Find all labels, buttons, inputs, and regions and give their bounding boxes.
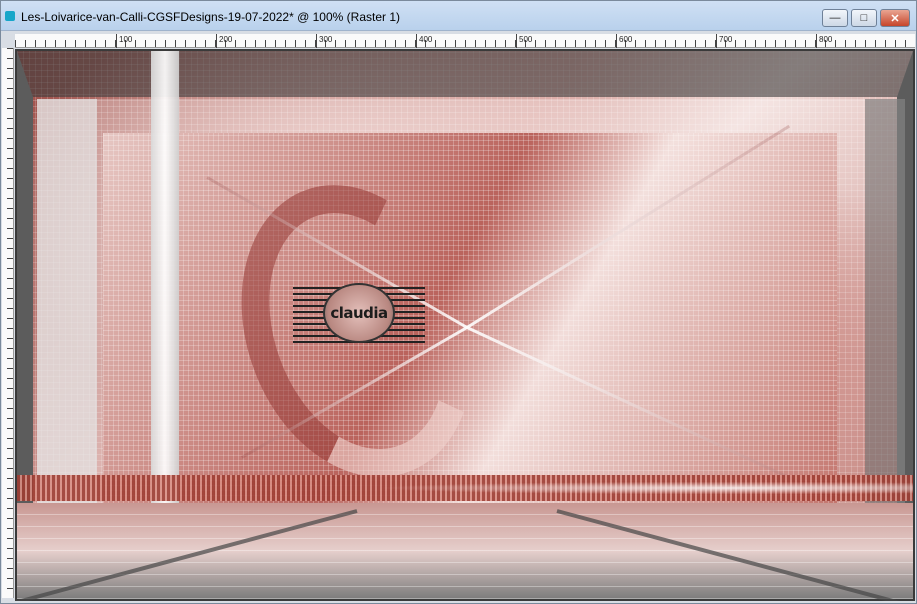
- ruler-label: 600: [619, 35, 633, 44]
- image-canvas[interactable]: claudia: [15, 49, 915, 601]
- horizontal-ruler[interactable]: 100 200 300 400 500 600 700 800: [15, 34, 915, 48]
- floor-perspective-line: [556, 509, 915, 601]
- ruler-major-tick: [216, 34, 217, 48]
- ruler-label: 400: [419, 35, 433, 44]
- signature-watermark: claudia: [293, 283, 425, 343]
- ruler-label: 300: [319, 35, 333, 44]
- image-document-window: Les-Loivarice-van-Calli-CGSFDesigns-19-0…: [0, 0, 917, 604]
- vertical-ruler[interactable]: [2, 48, 14, 598]
- ruler-major-tick: [316, 34, 317, 48]
- ruler-label: 700: [719, 35, 733, 44]
- ruler-major-tick: [716, 34, 717, 48]
- window-title: Les-Loivarice-van-Calli-CGSFDesigns-19-0…: [21, 10, 400, 24]
- floor-perspective-line: [15, 509, 358, 601]
- ruler-major-tick: [516, 34, 517, 48]
- ruler-label: 100: [119, 35, 133, 44]
- ruler-major-tick: [616, 34, 617, 48]
- ruler-major-tick: [416, 34, 417, 48]
- horizontal-mesh-band: [17, 475, 913, 501]
- minimize-icon: —: [829, 12, 841, 24]
- ruler-major-tick: [816, 34, 817, 48]
- watermark-text: claudia: [330, 304, 388, 322]
- watermark-badge: claudia: [323, 283, 395, 343]
- artwork-layer: claudia: [15, 51, 915, 601]
- ruler-scale: [7, 48, 13, 598]
- ruler-label: 800: [819, 35, 833, 44]
- document-icon: [5, 11, 15, 21]
- title-bar[interactable]: Les-Loivarice-van-Calli-CGSFDesigns-19-0…: [1, 1, 916, 31]
- ruler-label: 200: [219, 35, 233, 44]
- maximize-button[interactable]: □: [851, 9, 877, 27]
- tiled-floor: [15, 503, 915, 601]
- minimize-button[interactable]: —: [822, 9, 848, 27]
- ruler-scale: [15, 40, 915, 47]
- close-icon: ✕: [890, 12, 900, 25]
- close-button[interactable]: ✕: [880, 9, 910, 27]
- maximize-icon: □: [860, 12, 868, 24]
- ruler-label: 500: [519, 35, 533, 44]
- ruler-major-tick: [116, 34, 117, 48]
